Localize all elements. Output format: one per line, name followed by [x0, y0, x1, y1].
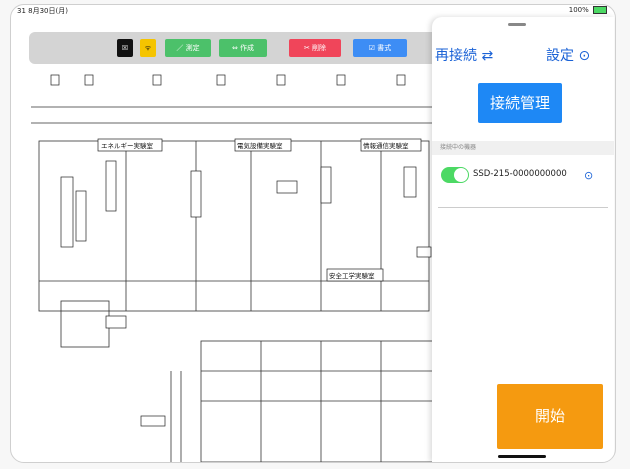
connected-devices-header: 接続中の機器 [432, 141, 614, 155]
start-button[interactable]: 開始 [497, 384, 603, 449]
settings-label: 設定 [546, 48, 574, 64]
floor-plan-drawing: エネルギー実験室 電気設備実験室 情報通信実験室 安全工学実験室 [31, 74, 442, 462]
status-bar: 31 8月30日(月) 100% [11, 5, 615, 17]
panel-grabber[interactable] [508, 23, 526, 26]
battery-icon [593, 6, 607, 14]
device-detail-icon[interactable]: ⊙ [584, 169, 593, 182]
battery-indicator: 100% [569, 6, 607, 14]
format-button[interactable]: ☑ 書式 [353, 39, 407, 57]
measure-button[interactable]: ／ 測定 [165, 39, 211, 57]
reconnect-button[interactable]: 再接続 ⇄ [435, 45, 493, 65]
battery-percent: 100% [568, 6, 589, 14]
floor-plan[interactable]: エネルギー実験室 電気設備実験室 情報通信実験室 安全工学実験室 [21, 71, 442, 462]
device-frame: 31 8月30日(月) 100% エネルギー実験室 電気設備実験室 情報通信実験… [0, 0, 630, 469]
device-name: SSD-215-0000000000 [473, 169, 567, 179]
room-label-energy: エネルギー実験室 [101, 141, 154, 150]
wifi-icon: ᯤ [144, 44, 152, 52]
room-label-info: 情報通信実験室 [363, 141, 409, 150]
create-button[interactable]: ⇔ 作成 [219, 39, 267, 57]
status-time: 31 8月30日(月) [17, 7, 68, 15]
connection-panel: 再接続 ⇄ 設定 ⊙ 接続管理 接続中の機器 SSD-215-000000000… [432, 17, 614, 462]
connection-manage-button[interactable]: 接続管理 [478, 83, 562, 123]
delete-button[interactable]: ✂ 削除 [289, 39, 341, 57]
close-button[interactable]: ☒ [117, 39, 133, 57]
room-label-electric: 電気設備実験室 [237, 141, 283, 150]
drawing-toolbar: ☒ ᯤ ／ 測定 ⇔ 作成 ✂ 削除 ☑ 書式 [29, 32, 469, 64]
reconnect-label: 再接続 [435, 48, 477, 64]
home-indicator [498, 455, 546, 458]
toggle-knob [454, 168, 468, 182]
refresh-icon: ⇄ [481, 48, 494, 64]
wifi-button[interactable]: ᯤ [140, 39, 156, 57]
room-label-safety: 安全工学実験室 [329, 271, 375, 280]
settings-button[interactable]: 設定 ⊙ [546, 45, 590, 65]
device-row[interactable]: SSD-215-0000000000 ⊙ [432, 161, 614, 189]
settings-chevron-icon: ⊙ [578, 48, 591, 64]
device-toggle[interactable] [441, 167, 469, 183]
tablet-screen: 31 8月30日(月) 100% エネルギー実験室 電気設備実験室 情報通信実験… [10, 4, 616, 463]
divider [438, 207, 608, 208]
